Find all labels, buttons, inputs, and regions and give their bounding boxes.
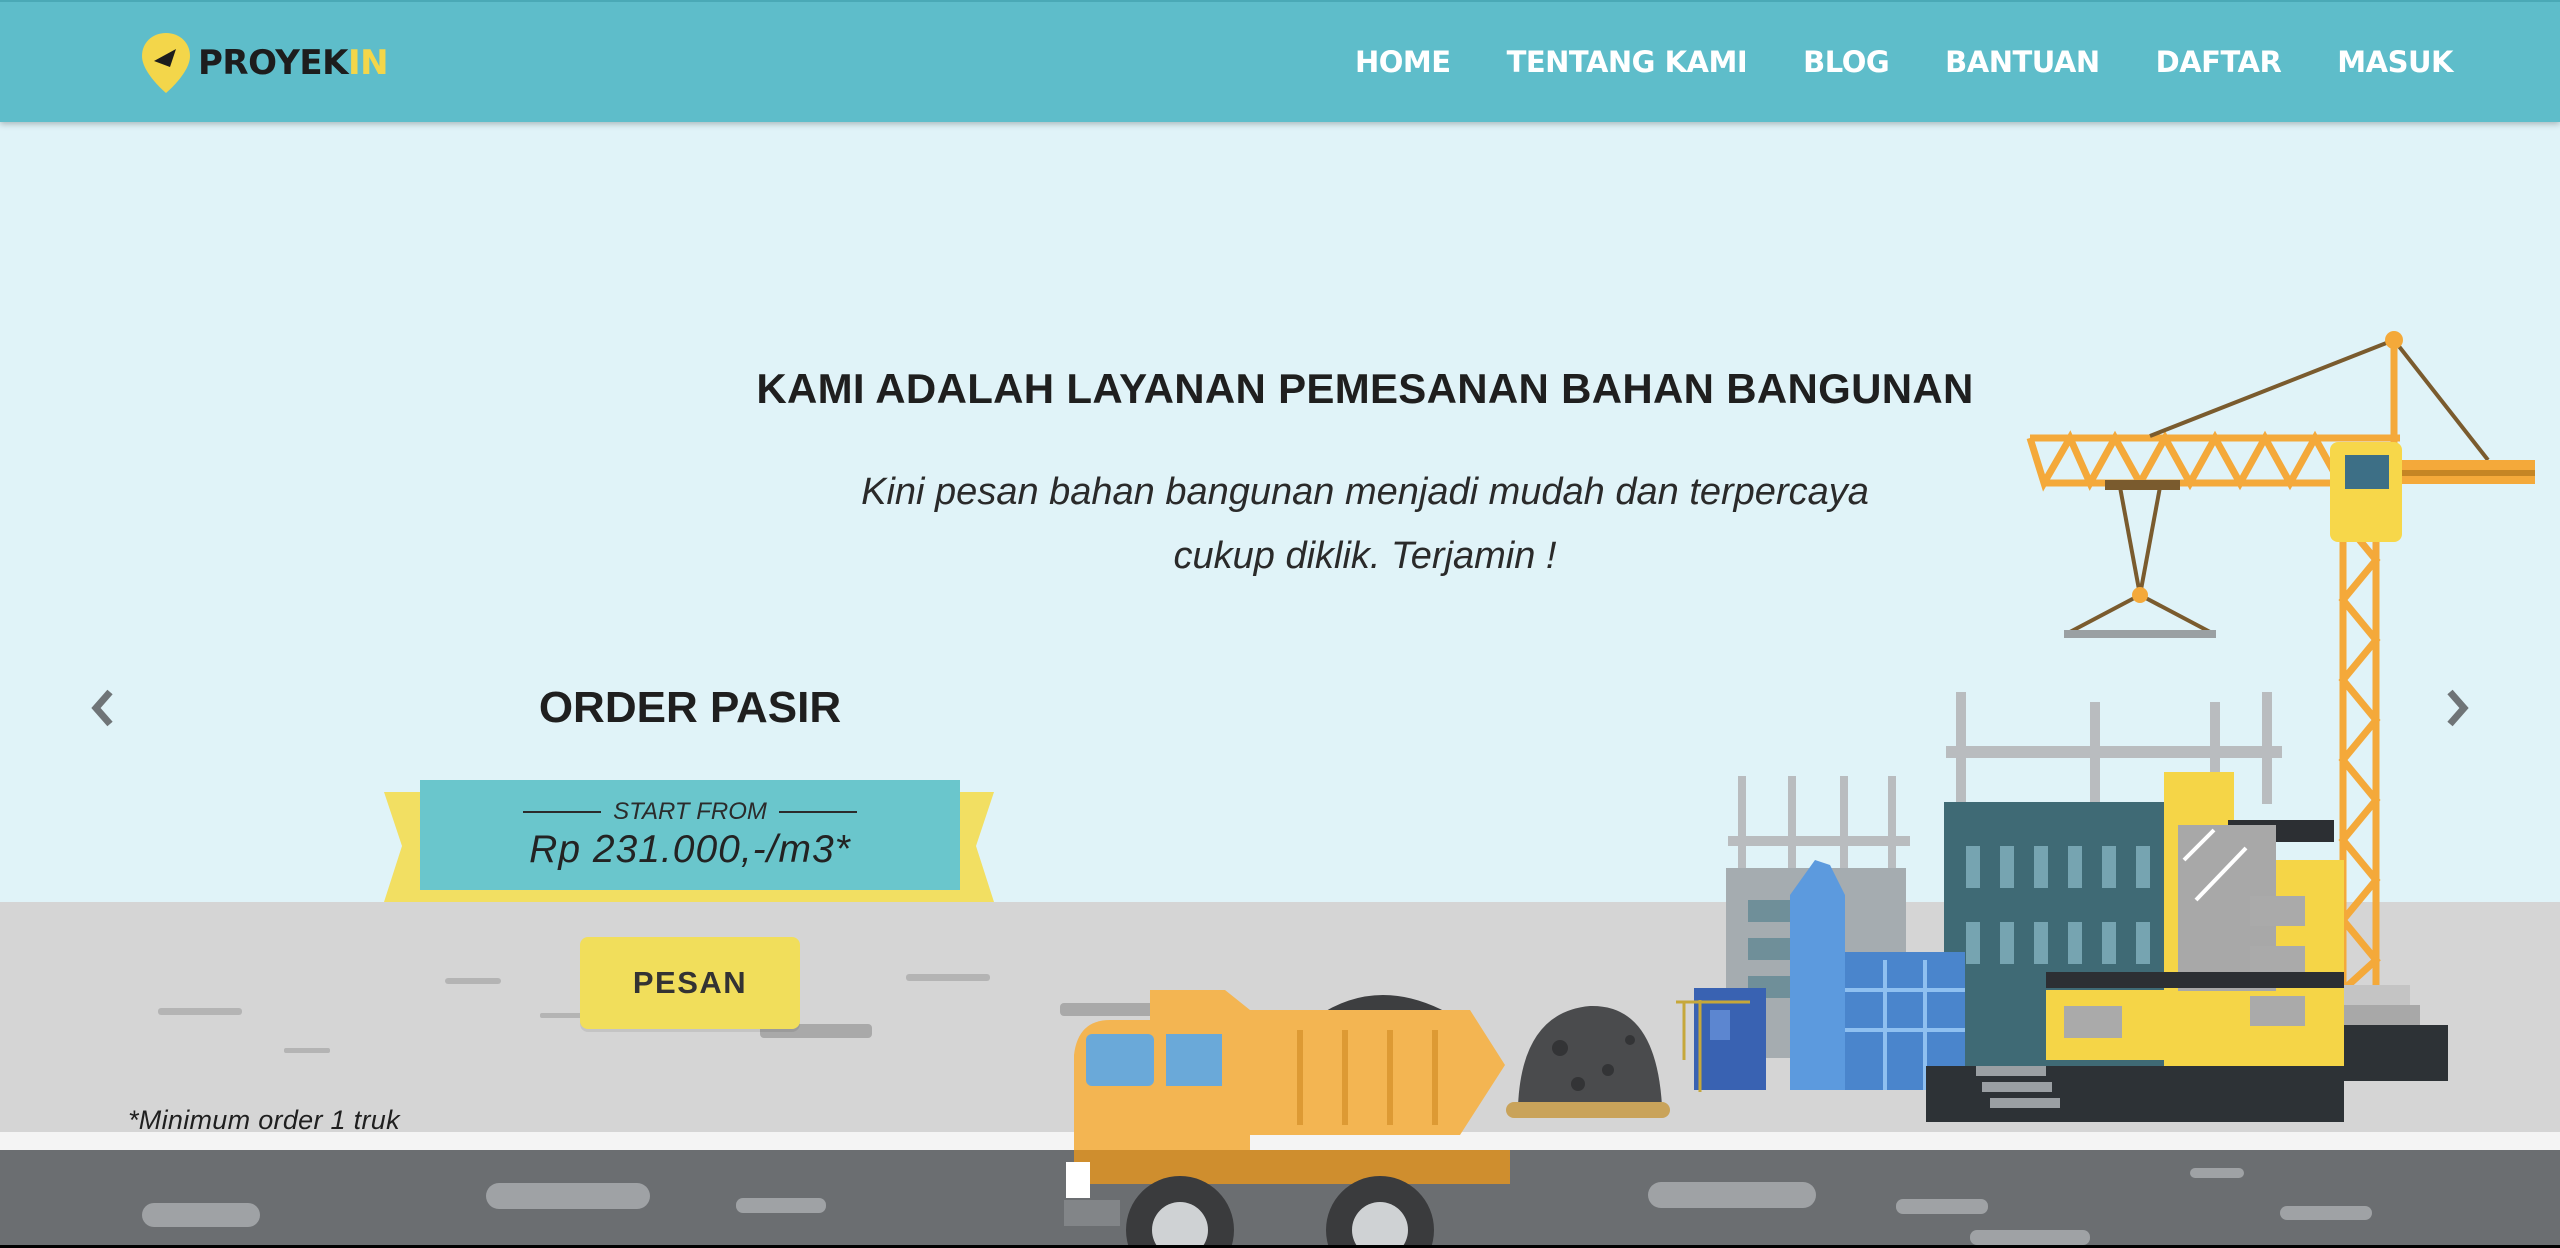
- minimum-order-note: *Minimum order 1 truk: [128, 1105, 400, 1135]
- hero-subtitle-line-1: Kini pesan bahan bangunan menjadi mudah …: [861, 471, 1869, 513]
- nav-item-daftar[interactable]: DAFTAR: [2156, 45, 2282, 79]
- price-banner: START FROM Rp 231.000,-/m3*: [420, 780, 960, 890]
- hero-subtitle: Kini pesan bahan bangunan menjadi mudah …: [0, 460, 2560, 588]
- hero-title: KAMI ADALAH LAYANAN PEMESANAN BAHAN BANG…: [756, 365, 1974, 412]
- hero-illustration: [0, 0, 2560, 1245]
- divider: [523, 811, 602, 813]
- brand-logo[interactable]: PROYEKIN: [140, 30, 389, 96]
- navbar: PROYEKIN HOME TENTANG KAMI BLOG BANTUAN …: [0, 0, 2560, 122]
- nav-item-bantuan[interactable]: BANTUAN: [1945, 45, 2100, 79]
- order-button[interactable]: PESAN: [580, 937, 800, 1029]
- brand-name: PROYEKIN: [198, 43, 389, 83]
- chevron-right-icon[interactable]: [2442, 688, 2472, 728]
- chevron-left-icon[interactable]: [88, 688, 118, 728]
- hero-subtitle-line-2: cukup diklik. Terjamin !: [1173, 535, 1557, 577]
- price-label: START FROM: [420, 798, 960, 826]
- product-title: ORDER PASIR: [538, 683, 842, 732]
- page: PROYEKIN HOME TENTANG KAMI BLOG BANTUAN …: [0, 0, 2560, 1245]
- nav-item-home[interactable]: HOME: [1355, 45, 1451, 79]
- divider: [778, 811, 857, 813]
- nav-item-tentang-kami[interactable]: TENTANG KAMI: [1507, 45, 1748, 79]
- location-pin-icon: [142, 33, 190, 93]
- price-value: Rp 231.000,-/m3*: [529, 828, 851, 871]
- nav-menu: HOME TENTANG KAMI BLOG BANTUAN DAFTAR MA…: [1299, 2, 2454, 122]
- nav-item-blog[interactable]: BLOG: [1803, 45, 1890, 79]
- nav-item-masuk[interactable]: MASUK: [2337, 45, 2453, 79]
- price-label-text: START FROM: [613, 798, 767, 825]
